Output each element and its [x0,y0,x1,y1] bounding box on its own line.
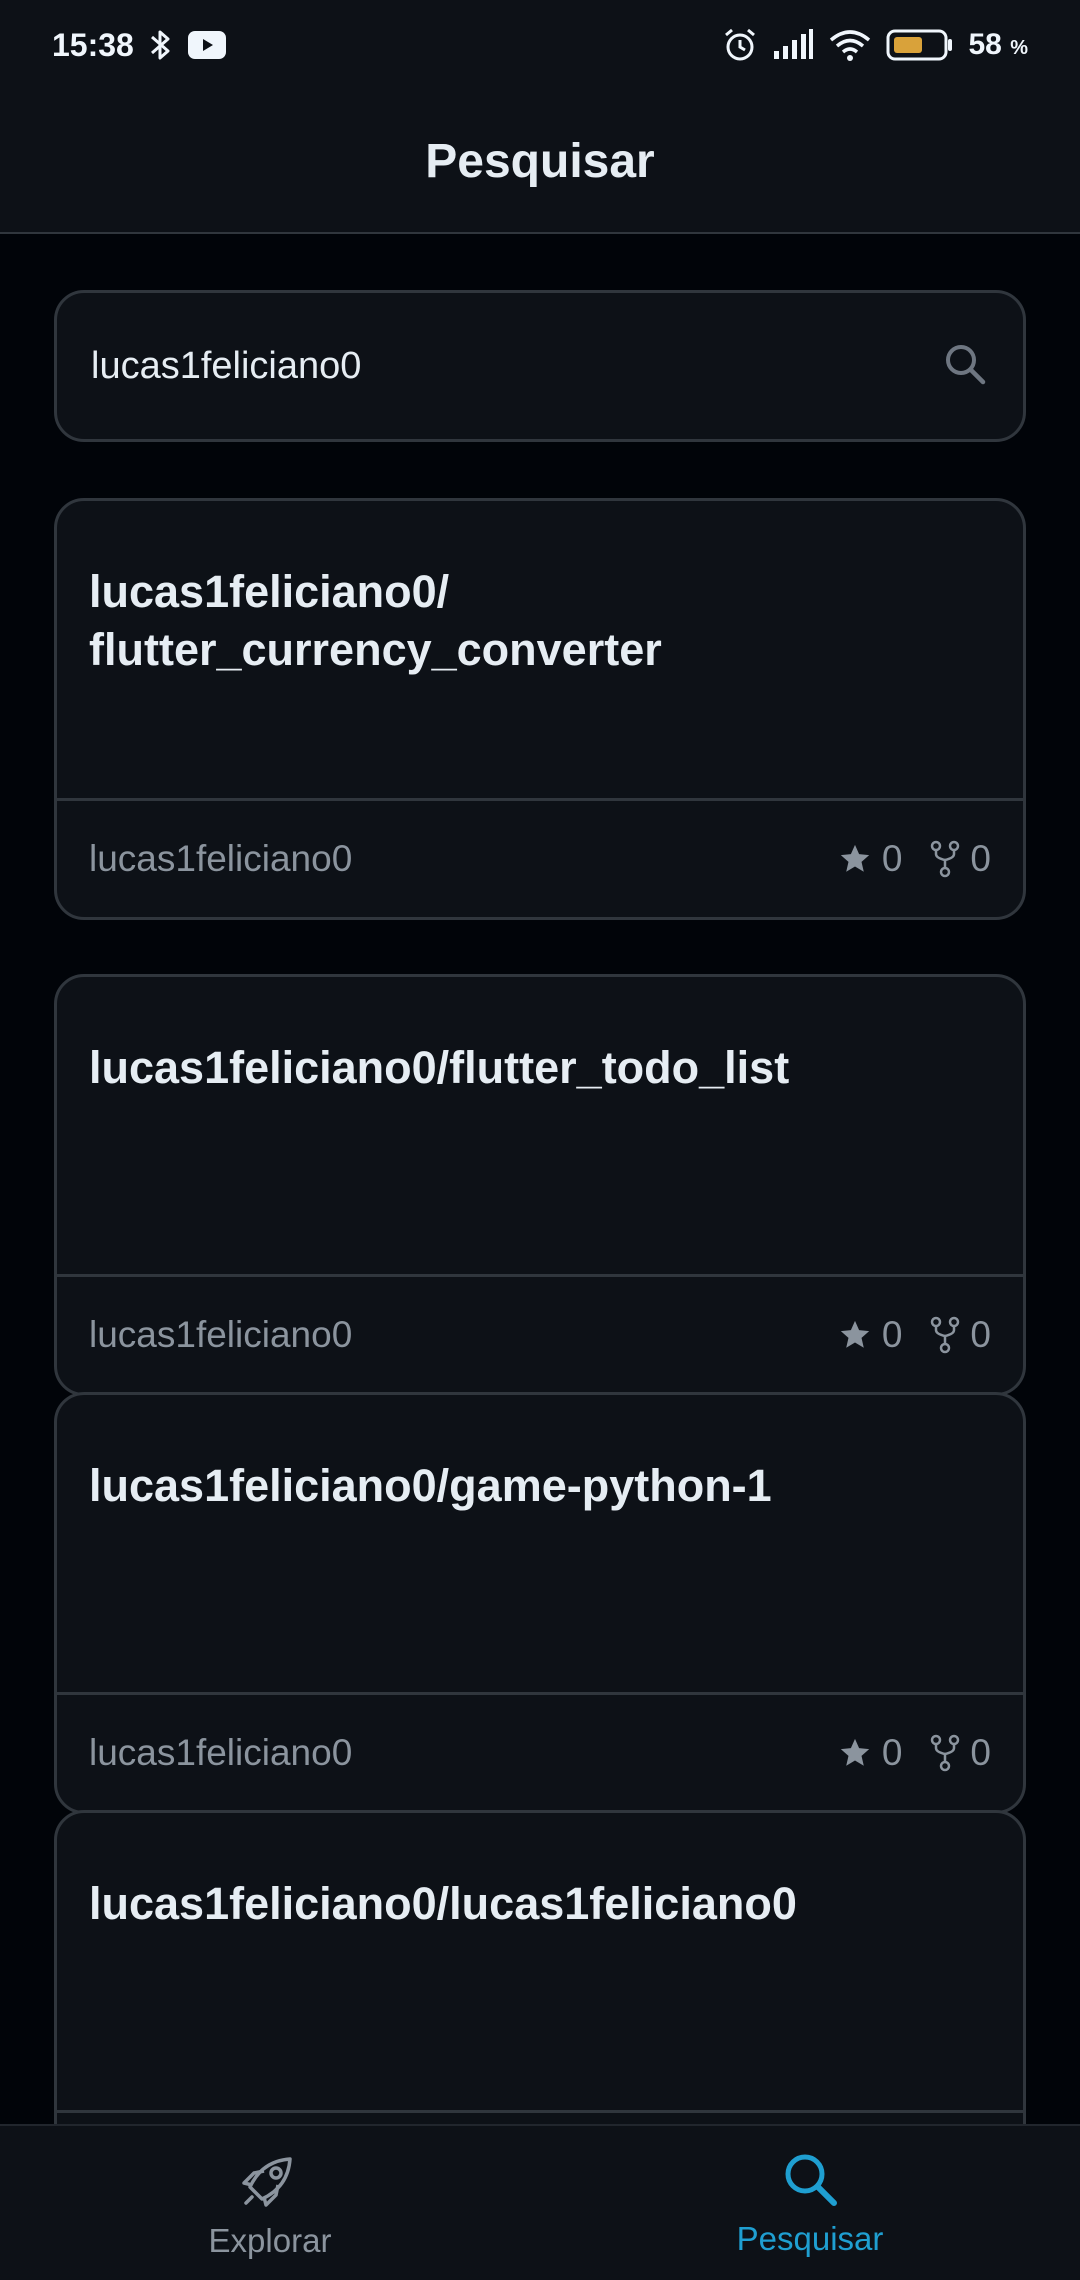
star-icon [840,1320,870,1348]
nav-explorar[interactable]: Explorar [0,2126,540,2280]
nav-pesquisar[interactable]: Pesquisar [540,2126,1080,2280]
result-card[interactable]: lucas1feliciano0/lucas1feliciano0 lucas1… [54,1810,1026,2124]
repo-stats: 0 0 [838,838,991,880]
nav-pesquisar-label: Pesquisar [736,2219,884,2257]
forks-stat: 0 [930,1732,991,1774]
card-header: lucas1feliciano0/flutter_todo_list [57,977,1023,1277]
search-input[interactable] [91,344,941,388]
search-content[interactable]: lucas1feliciano0/ flutter_currency_conve… [0,236,1080,2124]
repo-owner: lucas1feliciano0 [89,838,353,879]
stars-stat: 0 [838,838,903,880]
card-header: lucas1feliciano0/lucas1feliciano0 [57,1813,1023,2113]
forks-stat: 0 [930,1314,991,1356]
fork-icon [931,1316,960,1354]
status-bar: 15:38 58 % [0,0,1080,90]
repo-stats: 0 0 [838,1314,991,1356]
star-icon [840,844,870,872]
battery-icon [886,29,954,61]
forks-count: 0 [970,1314,991,1355]
card-footer: lucas1feliciano0 0 0 [57,801,1023,917]
repo-title: lucas1feliciano0/game-python-1 [89,1460,772,1511]
repo-stats: 0 0 [838,1732,991,1774]
wifi-icon [828,28,872,62]
result-card[interactable]: lucas1feliciano0/ flutter_currency_conve… [54,498,1026,920]
status-time: 15:38 [52,26,134,63]
bluetooth-icon [148,28,174,62]
status-right: 58 % [722,27,1028,63]
stars-count: 0 [881,1732,903,1773]
card-header: lucas1feliciano0/ flutter_currency_conve… [57,501,1023,801]
stars-stat: 0 [838,1314,903,1356]
stars-stat: 0 [838,1732,903,1774]
battery-percent: 58 [968,28,1002,61]
fork-icon [931,1734,960,1772]
repo-title: lucas1feliciano0/ flutter_currency_conve… [89,566,662,675]
youtube-icon [187,31,226,59]
card-footer: lucas1feliciano0 0 0 [57,1277,1023,1393]
result-card[interactable]: lucas1feliciano0/game-python-1 lucas1fel… [54,1392,1026,1814]
star-icon [840,1738,870,1766]
bottom-nav: Explorar Pesquisar [0,2124,1080,2280]
search-icon [780,2149,840,2214]
repo-owner: lucas1feliciano0 [89,1314,353,1355]
search-box[interactable] [54,290,1026,442]
battery-text: 58 % [968,28,1028,62]
forks-count: 0 [970,838,991,879]
rocket-icon [238,2147,302,2216]
stars-count: 0 [881,1314,903,1355]
battery-unit: % [1010,37,1028,59]
stars-count: 0 [881,838,903,879]
search-icon[interactable] [941,340,989,393]
nav-explorar-label: Explorar [208,2221,332,2259]
forks-stat: 0 [930,838,991,880]
card-footer: lucas1feliciano0 0 0 [57,2113,1023,2124]
app-bar: Pesquisar [0,90,1080,234]
repo-owner: lucas1feliciano0 [89,1732,353,1773]
alarm-icon [722,27,758,63]
repo-title: lucas1feliciano0/lucas1feliciano0 [89,1878,797,1929]
card-header: lucas1feliciano0/game-python-1 [57,1395,1023,1695]
fork-icon [931,840,960,878]
repo-title: lucas1feliciano0/flutter_todo_list [89,1042,790,1093]
signal-icon [772,29,814,61]
forks-count: 0 [970,1732,991,1773]
screen: 15:38 58 % Pesquisar lucas1feliciano0 lu… [0,0,1080,2280]
card-footer: lucas1feliciano0 0 0 [57,1695,1023,1811]
page-title: Pesquisar [425,134,655,188]
result-card[interactable]: lucas1feliciano0/flutter_todo_list lucas… [54,974,1026,1396]
status-left: 15:38 [52,27,226,64]
